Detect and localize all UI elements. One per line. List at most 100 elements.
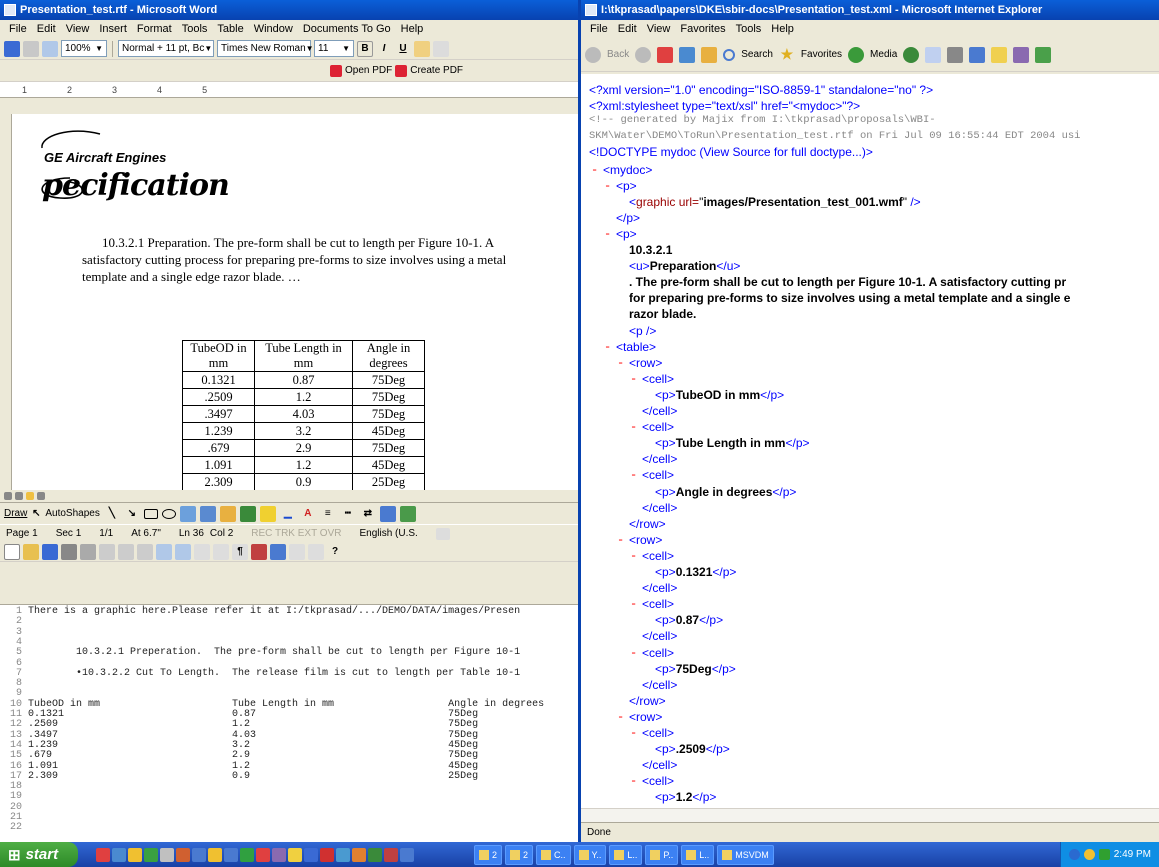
document-page[interactable]: GE Aircraft Engines pecification 10.3.2.… bbox=[12, 114, 578, 490]
draw-menu[interactable]: Draw bbox=[4, 508, 27, 519]
quick-launch-icon[interactable] bbox=[224, 847, 238, 862]
menu-item-file[interactable]: File bbox=[4, 23, 32, 35]
font-size-combo[interactable]: 11 ▼ bbox=[314, 40, 354, 57]
menu-item-help[interactable]: Help bbox=[766, 23, 799, 35]
menu-item-window[interactable]: Window bbox=[249, 23, 298, 35]
align-left-icon[interactable] bbox=[414, 40, 430, 57]
quick-launch-icon[interactable] bbox=[384, 847, 398, 862]
search-button[interactable]: Search bbox=[741, 49, 773, 60]
menu-item-file[interactable]: File bbox=[585, 23, 613, 35]
arrow-icon[interactable]: ↘ bbox=[124, 506, 140, 522]
quick-launch-icon[interactable] bbox=[160, 847, 174, 862]
copy-icon[interactable] bbox=[118, 543, 134, 560]
collapse-toggle[interactable]: - bbox=[604, 339, 611, 355]
cut-icon[interactable] bbox=[23, 40, 39, 57]
menu-item-table[interactable]: Table bbox=[212, 23, 248, 35]
undo-icon[interactable] bbox=[156, 543, 172, 560]
menu-item-tools[interactable]: Tools bbox=[731, 23, 767, 35]
paste-icon[interactable] bbox=[137, 543, 153, 560]
collapse-toggle[interactable]: - bbox=[630, 548, 637, 564]
search-icon[interactable] bbox=[723, 48, 736, 61]
redo-icon[interactable] bbox=[175, 543, 191, 560]
collapse-toggle[interactable]: - bbox=[630, 773, 637, 789]
menu-item-insert[interactable]: Insert bbox=[94, 23, 132, 35]
print-preview-icon[interactable] bbox=[42, 40, 58, 57]
messenger-icon[interactable] bbox=[1035, 46, 1052, 63]
normal-view-icon[interactable] bbox=[4, 492, 12, 500]
save-icon[interactable] bbox=[4, 40, 20, 57]
3d-icon[interactable] bbox=[399, 505, 416, 522]
tray-icon[interactable] bbox=[1098, 849, 1110, 860]
find-icon[interactable] bbox=[251, 543, 267, 560]
menu-item-edit[interactable]: Edit bbox=[32, 23, 61, 35]
media-icon[interactable] bbox=[848, 46, 865, 63]
save-icon[interactable] bbox=[42, 543, 58, 560]
cut-icon[interactable] bbox=[99, 543, 115, 560]
taskbar-button[interactable]: L.. bbox=[609, 844, 643, 865]
insert-icon[interactable] bbox=[308, 543, 324, 560]
taskbar-button[interactable]: 2 bbox=[505, 844, 534, 865]
wordart-icon[interactable] bbox=[199, 505, 216, 522]
picture-icon[interactable] bbox=[239, 505, 256, 522]
spell-icon[interactable] bbox=[270, 543, 286, 560]
line-style-icon[interactable]: ≡ bbox=[320, 506, 336, 522]
autoshapes-menu[interactable]: AutoShapes bbox=[45, 508, 100, 519]
tray-icon[interactable] bbox=[1083, 849, 1095, 860]
menu-item-tools[interactable]: Tools bbox=[177, 23, 213, 35]
open-icon[interactable] bbox=[23, 543, 39, 560]
back-button[interactable]: Back bbox=[607, 49, 629, 60]
italic-icon[interactable]: I bbox=[376, 41, 392, 57]
forward-icon[interactable] bbox=[635, 46, 652, 63]
columns-icon[interactable] bbox=[213, 543, 229, 560]
collapse-toggle[interactable]: - bbox=[630, 725, 637, 741]
menu-item-view[interactable]: View bbox=[61, 23, 95, 35]
research-icon[interactable] bbox=[1013, 46, 1030, 63]
quick-launch-icon[interactable] bbox=[144, 847, 158, 862]
taskbar-button[interactable]: MSVDM bbox=[717, 844, 774, 865]
align-center-icon[interactable] bbox=[433, 40, 449, 57]
horizontal-scrollbar[interactable] bbox=[581, 808, 1159, 822]
menu-item-view[interactable]: View bbox=[642, 23, 676, 35]
ie-title-bar[interactable]: I:\tkprasad\papers\DKE\sbir-docs\Present… bbox=[581, 0, 1159, 20]
underline-icon[interactable]: U bbox=[395, 41, 411, 57]
sort-icon[interactable] bbox=[289, 543, 305, 560]
fill-color-icon[interactable] bbox=[259, 505, 276, 522]
home-icon[interactable] bbox=[701, 46, 718, 63]
favorites-icon[interactable]: ★ bbox=[779, 46, 795, 63]
quick-launch-icon[interactable] bbox=[304, 847, 318, 862]
discuss-icon[interactable] bbox=[991, 46, 1008, 63]
menu-item-favorites[interactable]: Favorites bbox=[675, 23, 730, 35]
media-button[interactable]: Media bbox=[870, 49, 897, 60]
create-pdf-button[interactable]: Create PDF bbox=[410, 65, 463, 76]
tray-icon[interactable] bbox=[1068, 849, 1080, 860]
line-color-icon[interactable]: ▁ bbox=[280, 506, 296, 522]
font-combo[interactable]: Times New Roman ▼ bbox=[217, 40, 314, 57]
clock[interactable]: 2:49 PM bbox=[1114, 849, 1151, 860]
favorites-button[interactable]: Favorites bbox=[801, 49, 842, 60]
quick-launch-icon[interactable] bbox=[400, 847, 414, 862]
taskbar-button[interactable]: Y.. bbox=[573, 844, 607, 865]
horizontal-ruler[interactable]: 1 2 3 4 5 bbox=[0, 82, 578, 98]
text-view-pane[interactable]: 1 There is a graphic here.Please refer it… bbox=[0, 604, 578, 842]
outline-view-icon[interactable] bbox=[37, 492, 45, 500]
print-icon[interactable] bbox=[947, 46, 964, 63]
start-button[interactable]: ⊞ start bbox=[0, 842, 78, 867]
arrow-style-icon[interactable]: ⇄ bbox=[360, 506, 376, 522]
bold-icon[interactable]: B bbox=[357, 40, 373, 57]
menu-item-help[interactable]: Help bbox=[396, 23, 429, 35]
collapse-toggle[interactable]: - bbox=[604, 226, 611, 242]
quick-launch-icon[interactable] bbox=[208, 847, 222, 862]
clipart-icon[interactable] bbox=[219, 505, 236, 522]
line-icon[interactable]: ╲ bbox=[104, 506, 120, 522]
help-icon[interactable]: ? bbox=[327, 544, 343, 560]
refresh-icon[interactable] bbox=[679, 46, 696, 63]
history-icon[interactable] bbox=[903, 46, 920, 63]
quick-launch-icon[interactable] bbox=[256, 847, 270, 862]
zoom-combo[interactable]: 100% ▼ bbox=[61, 40, 107, 57]
word-title-bar[interactable]: Presentation_test.rtf - Microsoft Word bbox=[0, 0, 578, 20]
spelling-status-icon[interactable] bbox=[435, 527, 450, 540]
print-view-icon[interactable] bbox=[26, 492, 34, 500]
collapse-toggle[interactable]: - bbox=[630, 419, 637, 435]
back-icon[interactable] bbox=[585, 46, 601, 63]
quick-launch-icon[interactable] bbox=[240, 847, 254, 862]
